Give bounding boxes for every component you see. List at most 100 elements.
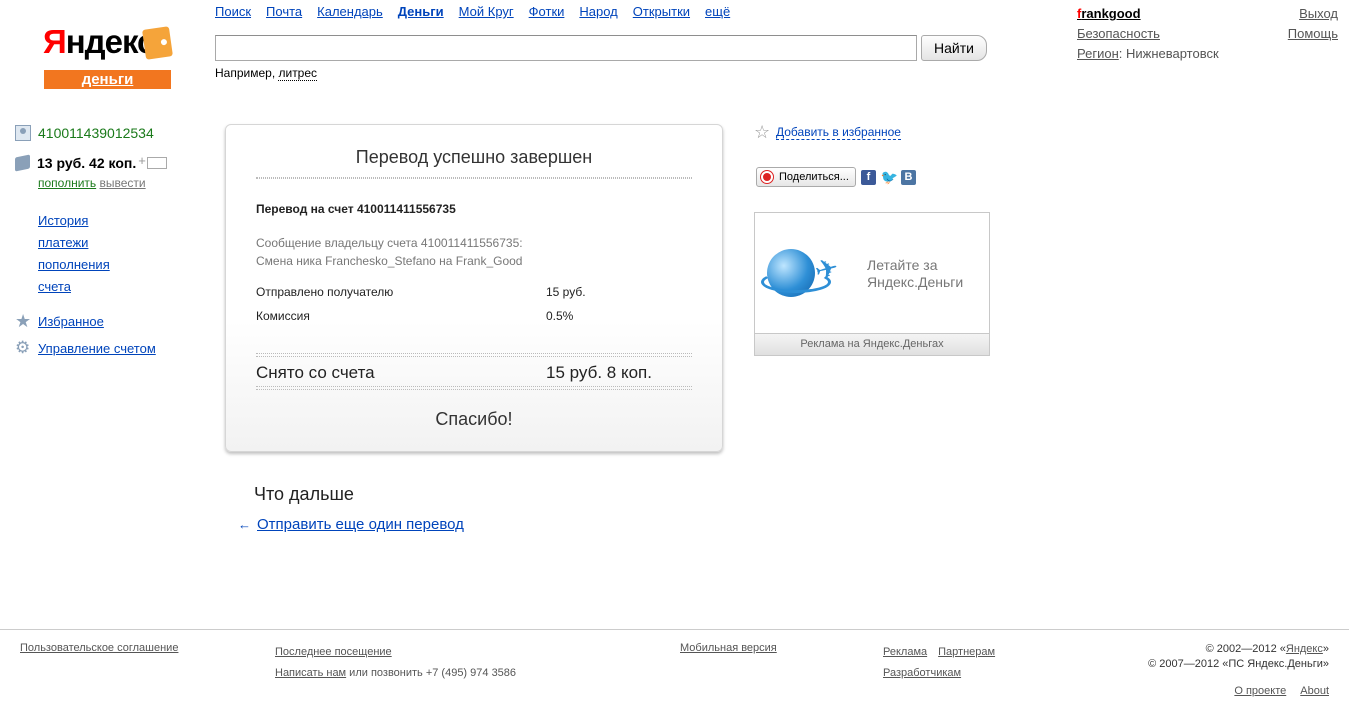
yandex-money-logo[interactable]: Яндекс деньги: [40, 24, 173, 90]
nav-photos[interactable]: Фотки: [529, 4, 565, 19]
footer-col-2: Последнее посещение Написать нам или поз…: [275, 642, 516, 684]
wallet-icon: [142, 26, 173, 60]
sidebar-menu: История платежи пополнения счета: [38, 210, 110, 298]
user-actions: Выход Помощь: [1288, 4, 1338, 44]
logo-service-label: деньги: [44, 70, 171, 89]
balance-actions: пополнить вывести: [38, 176, 146, 190]
copyright-money: © 2007—2012 «ПС Яндекс.Деньги»: [1148, 658, 1329, 670]
card-icon[interactable]: [138, 153, 168, 169]
purse-icon: [15, 154, 30, 172]
region-link[interactable]: Регион: [1077, 46, 1119, 61]
nav-money[interactable]: Деньги: [398, 4, 444, 19]
nav-mail[interactable]: Почта: [266, 4, 302, 19]
nav-moikrug[interactable]: Мой Круг: [459, 4, 514, 19]
arrow-left-icon: ←: [238, 517, 251, 532]
share-button-label: Поделиться...: [779, 171, 849, 183]
share-icon: [761, 171, 773, 183]
twitter-icon[interactable]: 🐦: [881, 169, 898, 185]
search-button[interactable]: Найти: [921, 35, 987, 61]
share-button[interactable]: Поделиться...: [756, 167, 856, 187]
nav-narod[interactable]: Народ: [579, 4, 617, 19]
receipt-sent-label: Отправлено получателю: [256, 285, 394, 299]
write-us-link[interactable]: Написать нам: [275, 667, 346, 679]
username-link[interactable]: frankgood: [1077, 6, 1141, 21]
facebook-icon[interactable]: f: [860, 169, 876, 185]
user-icon: [15, 125, 31, 141]
receipt-fee-label: Комиссия: [256, 309, 310, 323]
divider: [256, 353, 692, 357]
nav-calendar[interactable]: Календарь: [317, 4, 383, 19]
sidebar-favorites: ★ Избранное: [15, 311, 104, 331]
send-another-transfer-link[interactable]: Отправить еще один перевод: [257, 516, 464, 533]
share-bar: Поделиться... f 🐦 B: [756, 167, 916, 187]
top-navigation: Поиск Почта Календарь Деньги Мой Круг Фо…: [215, 4, 745, 19]
account-number-row: 410011439012534: [15, 125, 154, 141]
account-number: 410011439012534: [38, 125, 154, 141]
receipt-total: Снято со счета 15 руб. 8 коп.: [256, 363, 652, 383]
sidebar-item-payments[interactable]: платежи: [38, 232, 110, 254]
yandex-link[interactable]: Яндекс: [1286, 643, 1323, 655]
star-outline-icon: ☆: [754, 122, 771, 142]
next-steps-title: Что дальше: [254, 484, 354, 504]
balance-row: 13 руб. 42 коп.: [15, 153, 168, 172]
user-agreement-link[interactable]: Пользовательское соглашение: [20, 642, 178, 654]
next-steps-row: ← Отправить еще один перевод: [238, 516, 464, 533]
security-link[interactable]: Безопасность: [1077, 26, 1160, 41]
balance-amount: 13 руб. 42 коп.: [37, 155, 137, 171]
sidebar-item-favorites[interactable]: Избранное: [38, 314, 104, 329]
last-visit-link[interactable]: Последнее посещение: [275, 646, 392, 658]
vkontakte-icon[interactable]: B: [900, 169, 916, 185]
receipt-total-value: 15 руб. 8 коп.: [546, 363, 652, 382]
ad-caption: Реклама на Яндекс.Деньгах: [755, 333, 989, 355]
star-icon: ★: [15, 311, 32, 331]
transfer-receipt: Перевод успешно завершен Перевод на счет…: [225, 124, 723, 452]
topup-link[interactable]: пополнить: [38, 176, 96, 190]
partners-link[interactable]: Партнерам: [938, 646, 995, 658]
receipt-total-label: Снято со счета: [256, 363, 375, 382]
about-link[interactable]: About: [1300, 685, 1329, 697]
nav-more[interactable]: ещё: [705, 4, 730, 19]
ad-banner[interactable]: ✈ Летайте за Яндекс.Деньги Реклама на Ян…: [754, 212, 990, 356]
withdraw-link[interactable]: вывести: [100, 176, 146, 190]
divider: [256, 386, 692, 390]
receipt-row-fee: Комиссия 0.5%: [256, 309, 573, 323]
ad-text: Летайте за Яндекс.Деньги: [867, 257, 963, 291]
receipt-message-line1: Сообщение владельцу счета 41001141155673…: [256, 236, 523, 250]
receipt-recipient: Перевод на счет 410011411556735: [256, 202, 456, 216]
add-to-favorites-link[interactable]: Добавить в избранное: [776, 125, 901, 140]
search-example-link[interactable]: литрес: [278, 66, 318, 81]
logout-link[interactable]: Выход: [1288, 4, 1338, 24]
nav-postcards[interactable]: Открытки: [633, 4, 690, 19]
receipt-message: Сообщение владельцу счета 41001141155673…: [256, 234, 523, 270]
about-project-link[interactable]: О проекте: [1234, 685, 1286, 697]
footer-col-3: Мобильная версия: [680, 642, 777, 654]
ad-text-line2: Яндекс.Деньги: [867, 274, 964, 290]
sidebar-item-topups[interactable]: пополнения: [38, 254, 110, 276]
divider: [256, 177, 692, 179]
developers-link[interactable]: Разработчикам: [883, 667, 961, 679]
footer-col-4: Реклама Партнерам Разработчикам: [883, 642, 1006, 684]
footer-divider: [0, 629, 1349, 630]
receipt-message-line2: Смена ника Franchesko_Stefano на Frank_G…: [256, 254, 523, 268]
receipt-thanks: Спасибо!: [435, 409, 513, 429]
sidebar-item-invoices[interactable]: счета: [38, 276, 110, 298]
region-value: : Нижневартовск: [1118, 46, 1219, 61]
mobile-version-link[interactable]: Мобильная версия: [680, 642, 777, 654]
help-link[interactable]: Помощь: [1288, 24, 1338, 44]
footer-col-1: Пользовательское соглашение: [20, 642, 178, 654]
sidebar-manage: ⚙ Управление счетом: [15, 339, 156, 356]
footer-copyright: © 2002—2012 «Яндекс» © 2007—2012 «ПС Янд…: [1148, 643, 1329, 697]
add-favorite-row: ☆ Добавить в избранное: [754, 122, 901, 142]
user-block: frankgood Безопасность Регион: Нижневарт…: [1077, 4, 1219, 64]
search-example-prefix: Например,: [215, 66, 279, 80]
sidebar-item-history[interactable]: История: [38, 210, 110, 232]
ad-text-line1: Летайте за: [867, 257, 938, 273]
receipt-sent-value: 15 руб.: [546, 285, 586, 299]
search-input[interactable]: [215, 35, 917, 61]
phone-text: или позвонить +7 (495) 974 3586: [346, 667, 517, 679]
sidebar-item-manage-account[interactable]: Управление счетом: [38, 341, 156, 356]
ads-link[interactable]: Реклама: [883, 646, 927, 658]
search-example: Например, литрес: [215, 66, 318, 81]
receipt-title: Перевод успешно завершен: [355, 147, 593, 167]
nav-search[interactable]: Поиск: [215, 4, 251, 19]
